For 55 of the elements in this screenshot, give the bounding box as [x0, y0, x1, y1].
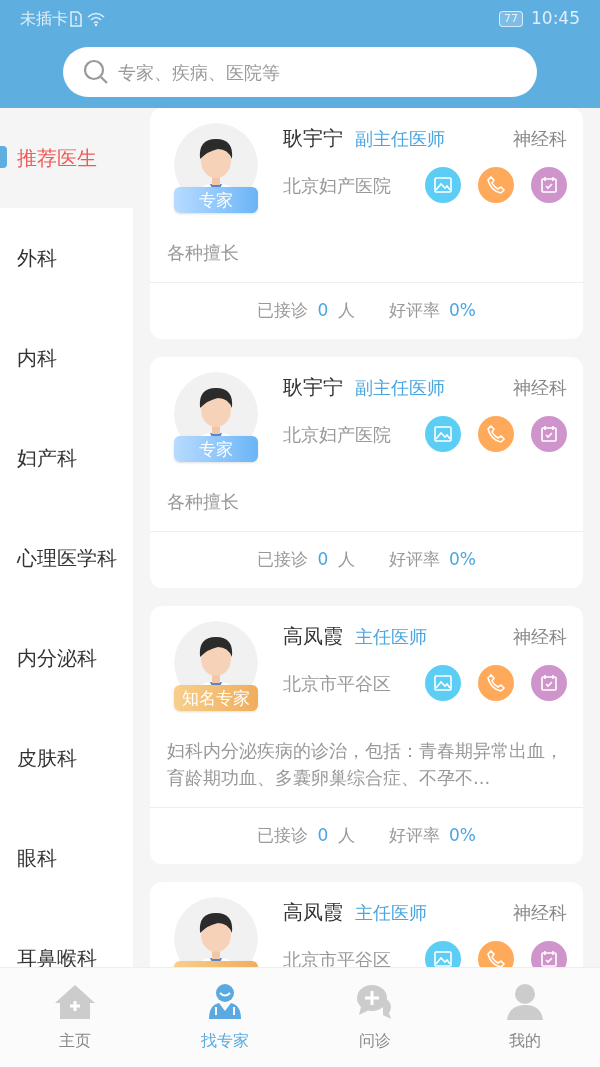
hospital-label: 北京妇产医院 — [283, 422, 391, 447]
phone-icon[interactable] — [478, 941, 514, 967]
doctor-name: 耿宇宁 — [283, 374, 343, 401]
department-label: 神经科 — [513, 624, 567, 649]
hospital-label: 北京市平谷区 — [283, 947, 391, 967]
doctor-card[interactable]: 知名专家 高凤霞 主任医师 神经科 北京市平谷区 妇科内分泌疾病的诊治，包括：青春期异常出血，育龄期功血、多囊卵巢综合症、不孕不... 已接诊 0 人 好评率 0% — [150, 606, 583, 864]
doctor-title: 主任医师 — [355, 900, 427, 925]
rating-text: 好评率 0% — [388, 299, 476, 323]
consult-count: 已接诊 0 人 — [257, 824, 355, 848]
picture-icon[interactable] — [425, 416, 461, 452]
hospital-label: 北京妇产医院 — [283, 173, 391, 198]
hospital-label: 北京市平谷区 — [283, 671, 391, 696]
nav-tab[interactable]: 我的 — [450, 968, 600, 1067]
doctor-badge: 专家 — [174, 436, 258, 462]
doctor-title: 副主任医师 — [355, 126, 445, 151]
picture-icon[interactable] — [425, 167, 461, 203]
rating-text: 好评率 0% — [388, 824, 476, 848]
consult-count: 已接诊 0 人 — [257, 299, 355, 323]
department-label: 神经科 — [513, 900, 567, 925]
search-field[interactable]: 专家、疾病、医院等 — [63, 47, 537, 97]
specialty-text: 各种擅长 — [167, 490, 240, 514]
doctor-name: 耿宇宁 — [283, 125, 343, 152]
battery-indicator: 77 — [499, 11, 523, 27]
doctor-badge: 专家 — [174, 187, 258, 213]
consult-count: 已接诊 0 人 — [257, 548, 355, 572]
nav-tab[interactable]: 问诊 — [300, 968, 450, 1067]
specialty-text: 各种擅长 — [167, 241, 240, 265]
carrier-label: 未插卡 — [20, 8, 68, 30]
doctor-name: 高凤霞 — [283, 899, 343, 926]
department-label: 神经科 — [513, 375, 567, 400]
calendar-icon[interactable] — [531, 167, 567, 203]
phone-icon[interactable] — [478, 416, 514, 452]
picture-icon[interactable] — [425, 941, 461, 967]
doctor-card[interactable]: 专家 耿宇宁 副主任医师 神经科 北京妇产医院 各种擅长 已接诊 0 人 好评率 0% — [150, 108, 583, 339]
doctor-name: 高凤霞 — [283, 623, 343, 650]
calendar-icon[interactable] — [531, 665, 567, 701]
doctor-title: 主任医师 — [355, 624, 427, 649]
picture-icon[interactable] — [425, 665, 461, 701]
user-icon — [505, 982, 545, 1021]
phone-icon[interactable] — [478, 665, 514, 701]
specialty-text: 妇科内分泌疾病的诊治，包括：青春期异常出血，育龄期功血、多囊卵巢综合症、不孕不... — [167, 739, 564, 790]
doctor-card[interactable]: 专家 耿宇宁 副主任医师 神经科 北京妇产医院 各种擅长 已接诊 0 人 好评率 0% — [150, 357, 583, 588]
department-label: 神经科 — [513, 126, 567, 151]
sim-icon — [70, 11, 82, 27]
calendar-icon[interactable] — [531, 416, 567, 452]
doctor-card[interactable]: 高凤霞 主任医师 神经科 北京市平谷区 — [150, 882, 583, 967]
home-icon — [55, 982, 95, 1021]
time-label: 10:45 — [531, 7, 580, 31]
wifi-icon — [86, 11, 106, 27]
phone-icon[interactable] — [478, 167, 514, 203]
search-icon — [83, 59, 109, 85]
doctor-title: 副主任医师 — [355, 375, 445, 400]
calendar-icon[interactable] — [531, 941, 567, 967]
rating-text: 好评率 0% — [388, 548, 476, 572]
doctor-badge: 知名专家 — [174, 685, 258, 711]
